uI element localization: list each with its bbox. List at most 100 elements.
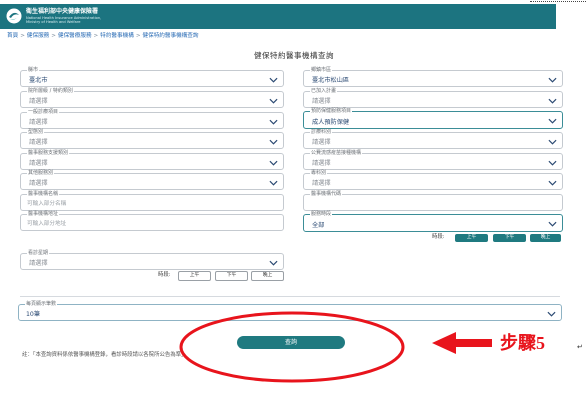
flu-vaccine-label: 公費流感疫苗接種機構: [310, 150, 363, 156]
department-label: 診療科別: [310, 129, 333, 135]
disclaimer-note: 註：「本查詢資料係依醫事機構登錄，看診時段請以各院所公告為準」。: [22, 352, 190, 358]
general-item-label: 一般診療項目: [27, 109, 60, 115]
chevron-down-icon: [269, 160, 278, 166]
general-item-value: 請選擇: [29, 119, 48, 126]
chevron-down-icon: [548, 180, 557, 186]
chevron-down-icon: [269, 98, 278, 104]
level-type-value: 請選擇: [29, 98, 48, 105]
district-value: 臺北市松山區: [312, 77, 350, 84]
breadcrumb-item-contracted[interactable]: 特約醫事機構: [100, 33, 134, 39]
breadcrumb-separator: >: [93, 33, 99, 39]
org-name[interactable]: 衛生福利部中央健康保險署: [26, 8, 98, 15]
institution-address-field: 醫事機構地址: [20, 211, 284, 231]
return-mark: ↵: [577, 343, 583, 351]
weekday-evening-button[interactable]: 晚上: [251, 271, 284, 281]
breadcrumb: 首頁 > 健保服務 > 健保醫療服務 > 特約醫事機構 > 健保特約醫事機構查詢: [7, 33, 198, 40]
preventive-item-select[interactable]: 預防保健服務項目 成人預防保健: [303, 108, 563, 129]
plan-select[interactable]: 已加入計畫 請選擇: [303, 88, 563, 108]
institution-code-field: 醫事機構代碼: [303, 191, 563, 211]
breadcrumb-separator: >: [20, 33, 25, 39]
decorative-dotted-line: [530, 1, 586, 2]
chevron-down-icon: [548, 160, 557, 166]
page-size-value: 10筆: [26, 311, 41, 318]
page-title: 健保特約醫事機構查詢: [254, 51, 334, 60]
weekday-value: 請選擇: [29, 260, 48, 267]
chevron-down-icon: [547, 311, 556, 317]
support-type-select[interactable]: 醫事服務支援類別 請選擇: [20, 150, 284, 170]
institution-address-label: 醫事機構地址: [27, 211, 60, 217]
other-service-value: 請選擇: [29, 180, 48, 187]
specialty-label: 專科別: [310, 170, 328, 176]
county-value: 臺北市: [29, 77, 48, 84]
general-item-select[interactable]: 一般診療項目 請選擇: [20, 109, 284, 129]
org-name-en: National Health Insurance Administration…: [26, 16, 101, 25]
chevron-down-icon: [548, 98, 557, 104]
time-filter-label: 時段:: [158, 272, 171, 278]
specialty-select[interactable]: 專科別 請選擇: [303, 170, 563, 190]
time-filter-label: 時段:: [432, 234, 445, 240]
site-header: 衛生福利部中央健康保險署 National Health Insurance A…: [0, 4, 556, 29]
institution-name-label: 醫事機構名稱: [27, 191, 60, 197]
step-annotation-label: 步驟5: [500, 333, 545, 353]
chevron-down-icon: [269, 77, 278, 83]
breadcrumb-item-current: 健保特約醫事機構查詢: [142, 33, 199, 39]
time-morning-button[interactable]: 上午: [455, 234, 488, 242]
institution-code-label: 醫事機構代碼: [310, 191, 343, 197]
department-value: 請選擇: [312, 139, 331, 146]
flu-vaccine-value: 請選擇: [312, 160, 331, 167]
form-type-value: 請選擇: [29, 139, 48, 146]
section-divider: [20, 296, 560, 297]
weekday-morning-button[interactable]: 上午: [178, 271, 211, 281]
county-select[interactable]: 縣市 臺北市: [20, 67, 284, 87]
pointer-arrow-icon: [432, 332, 492, 354]
breadcrumb-item-services[interactable]: 健保服務: [27, 33, 49, 39]
other-service-label: 其他服務別: [27, 170, 55, 176]
institution-name-field: 醫事機構名稱: [20, 191, 284, 211]
other-service-select[interactable]: 其他服務別 請選擇: [20, 170, 284, 190]
page-size-select[interactable]: 每頁顯示筆數 10筆: [18, 301, 562, 321]
chevron-down-icon: [548, 139, 557, 145]
breadcrumb-item-home[interactable]: 首頁: [7, 33, 18, 39]
support-type-value: 請選擇: [29, 160, 48, 167]
institution-code-input[interactable]: [310, 199, 554, 208]
breadcrumb-separator: >: [51, 33, 56, 39]
query-button[interactable]: 查詢: [237, 336, 345, 349]
plan-label: 已加入計畫: [310, 88, 338, 94]
chevron-down-icon: [548, 221, 557, 227]
specialty-value: 請選擇: [312, 180, 331, 187]
chevron-down-icon: [269, 119, 278, 125]
institution-address-input[interactable]: [27, 219, 275, 228]
chevron-down-icon: [269, 260, 278, 266]
form-type-label: 型態別: [27, 129, 45, 135]
flu-vaccine-select[interactable]: 公費流感疫苗接種機構 請選擇: [303, 150, 563, 170]
preventive-item-label: 預防保健服務項目: [310, 108, 353, 114]
institution-name-input[interactable]: [27, 199, 275, 208]
nhi-logo-icon[interactable]: [6, 8, 22, 24]
chevron-down-icon: [269, 139, 278, 145]
chevron-down-icon: [548, 118, 557, 124]
page-size-label: 每頁顯示筆數: [25, 301, 58, 307]
chevron-down-icon: [548, 77, 557, 83]
level-type-select[interactable]: 院所層級 / 特約類別 請選擇: [20, 88, 284, 108]
plan-value: 請選擇: [312, 98, 331, 105]
support-type-label: 醫事服務支援類別: [27, 150, 70, 156]
preventive-item-value: 成人預防保健: [312, 119, 350, 126]
department-select[interactable]: 診療科別 請選擇: [303, 129, 563, 149]
org-name-en-line-2: Ministry of Health and Welfare: [26, 20, 81, 25]
form-type-select[interactable]: 型態別 請選擇: [20, 129, 284, 149]
service-period-label: 服務時段: [310, 211, 333, 217]
breadcrumb-separator: >: [135, 33, 141, 39]
county-label: 縣市: [27, 67, 40, 73]
weekday-label: 看診星期: [27, 250, 50, 256]
chevron-down-icon: [269, 180, 278, 186]
district-select[interactable]: 鄉鎮市區 臺北市松山區: [303, 67, 563, 87]
weekday-select[interactable]: 看診星期 請選擇: [20, 250, 284, 270]
district-label: 鄉鎮市區: [310, 67, 333, 73]
weekday-afternoon-button[interactable]: 下午: [215, 271, 248, 281]
level-type-label: 院所層級 / 特約類別: [27, 88, 74, 94]
time-afternoon-button[interactable]: 下午: [493, 234, 526, 242]
service-period-value: 全部: [312, 222, 325, 229]
time-evening-button[interactable]: 晚上: [530, 234, 561, 242]
breadcrumb-item-medical-services[interactable]: 健保醫療服務: [58, 33, 92, 39]
service-period-select[interactable]: 服務時段 全部: [303, 211, 563, 232]
